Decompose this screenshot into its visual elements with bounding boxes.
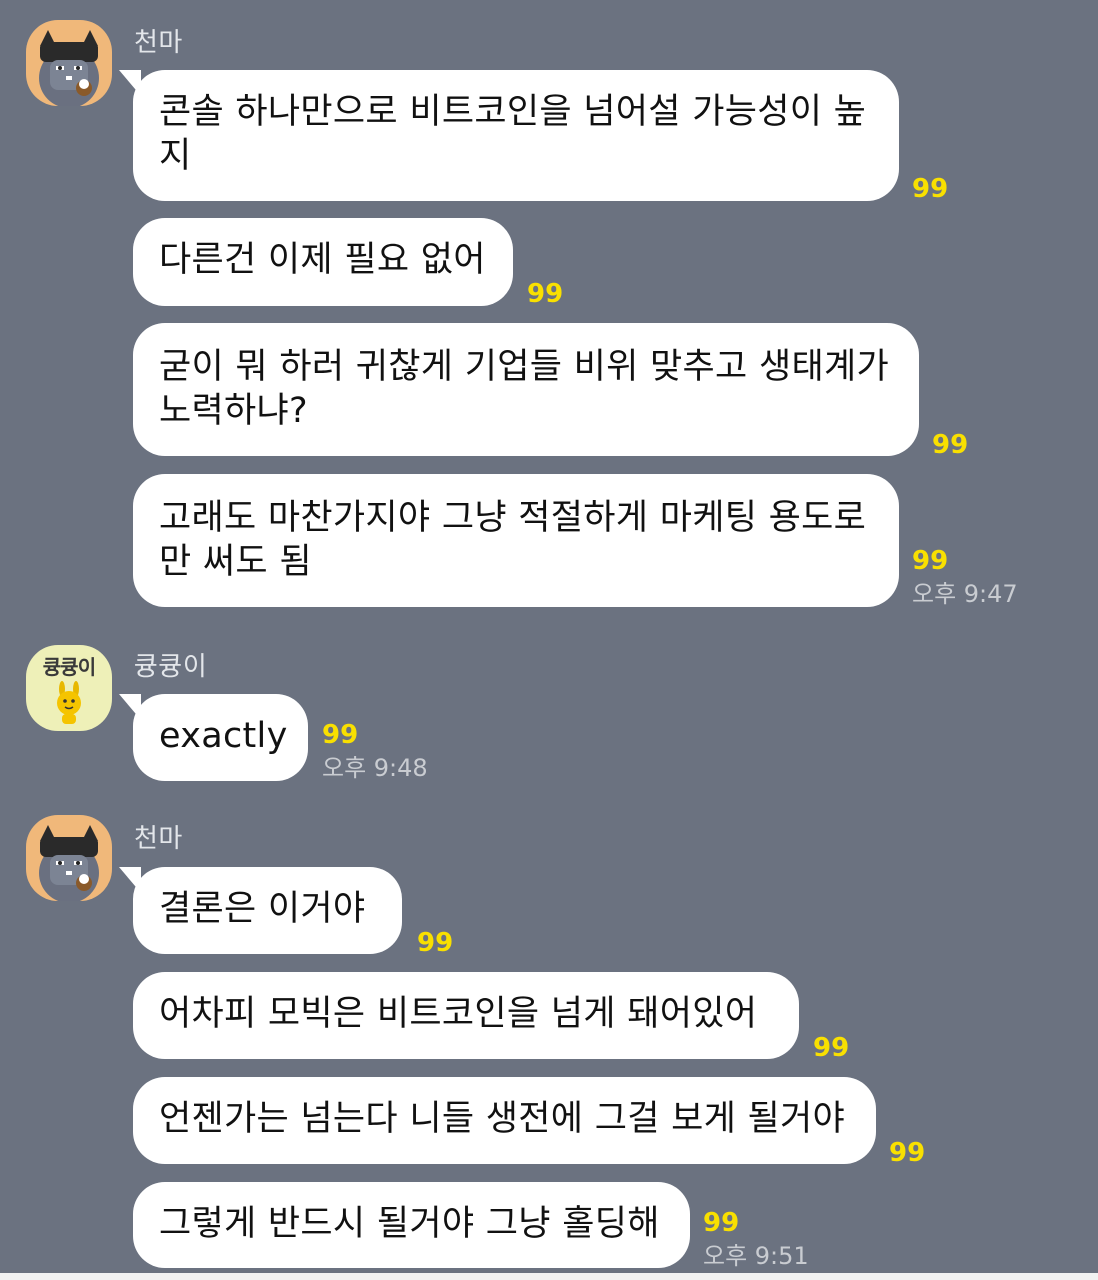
message-text: 다른건 이제 필요 없어 xyxy=(159,240,486,280)
message-meta: 99 xyxy=(889,1138,925,1168)
message-meta: 99 오후 9:48 xyxy=(322,720,428,782)
bottom-divider xyxy=(0,1273,1098,1280)
unread-count: 99 xyxy=(813,1033,850,1063)
message-text: 굳이 뭐 하러 귀찮게 기업들 비위 맞추고 생태계가 xyxy=(159,347,889,387)
unread-count: 99 xyxy=(527,279,564,309)
chat-window[interactable]: 천마 콘솔 하나만으로 비트코인을 넘어설 가능성이 높 지 99 다른건 이제… xyxy=(0,0,1098,1280)
sender-name: 큥큥이 xyxy=(134,652,208,682)
message-text: exactly xyxy=(159,716,288,756)
message-text: 지 xyxy=(159,136,192,176)
message-meta: 99 xyxy=(932,430,968,460)
message-meta: 99 오후 9:47 xyxy=(912,546,1018,608)
message-meta: 99 xyxy=(912,174,948,204)
message-bubble[interactable]: 고래도 마찬가지야 그냥 적절하게 마케팅 용도로 만 써도 됨 xyxy=(133,474,899,607)
cat-with-hood-avatar-icon[interactable] xyxy=(26,815,112,901)
message-meta: 99 오후 9:51 xyxy=(703,1208,809,1270)
message-bubble[interactable]: exactly xyxy=(119,694,308,781)
unread-count: 99 xyxy=(703,1208,740,1238)
message-text: 언젠가는 넘는다 니들 생전에 그걸 보게 될거야 xyxy=(159,1099,846,1139)
message-bubble[interactable]: 다른건 이제 필요 없어 xyxy=(133,218,513,306)
cat-with-hood-avatar-icon[interactable] xyxy=(26,20,112,106)
unread-count: 99 xyxy=(932,430,969,460)
message-bubble[interactable]: 콘솔 하나만으로 비트코인을 넘어설 가능성이 높 지 xyxy=(119,70,899,201)
message-text: 노력하냐? xyxy=(159,391,308,431)
message-text: 고래도 마찬가지야 그냥 적절하게 마케팅 용도로 xyxy=(159,498,867,538)
unread-count: 99 xyxy=(889,1138,926,1168)
message-time: 오후 9:47 xyxy=(912,580,1018,608)
message-bubble[interactable]: 그렇게 반드시 될거야 그냥 홀딩해 xyxy=(133,1182,690,1268)
message-meta: 99 xyxy=(813,1033,849,1063)
sender-name: 천마 xyxy=(134,28,183,58)
unread-count: 99 xyxy=(912,546,949,576)
sender-name: 천마 xyxy=(134,824,183,854)
message-bubble[interactable]: 굳이 뭐 하러 귀찮게 기업들 비위 맞추고 생태계가 노력하냐? xyxy=(133,323,919,456)
message-bubble[interactable]: 언젠가는 넘는다 니들 생전에 그걸 보게 될거야 xyxy=(133,1077,876,1164)
message-text: 그렇게 반드시 될거야 그냥 홀딩해 xyxy=(159,1204,660,1244)
message-bubble[interactable]: 어차피 모빅은 비트코인을 넘게 돼어있어 xyxy=(133,972,799,1059)
unread-count: 99 xyxy=(417,928,454,958)
message-text: 만 써도 됨 xyxy=(159,542,312,582)
yellow-bunny-avatar-icon[interactable]: 큥큥이 xyxy=(26,645,112,731)
unread-count: 99 xyxy=(322,720,359,750)
message-time: 오후 9:48 xyxy=(322,754,428,782)
unread-count: 99 xyxy=(912,174,949,204)
message-text: 결론은 이거야 xyxy=(159,889,366,929)
message-bubble[interactable]: 결론은 이거야 xyxy=(119,867,402,954)
message-text: 어차피 모빅은 비트코인을 넘게 돼어있어 xyxy=(159,994,758,1034)
message-meta: 99 xyxy=(527,279,563,309)
message-text: 콘솔 하나만으로 비트코인을 넘어설 가능성이 높 xyxy=(159,92,867,132)
message-meta: 99 xyxy=(417,928,453,958)
message-time: 오후 9:51 xyxy=(703,1242,809,1270)
